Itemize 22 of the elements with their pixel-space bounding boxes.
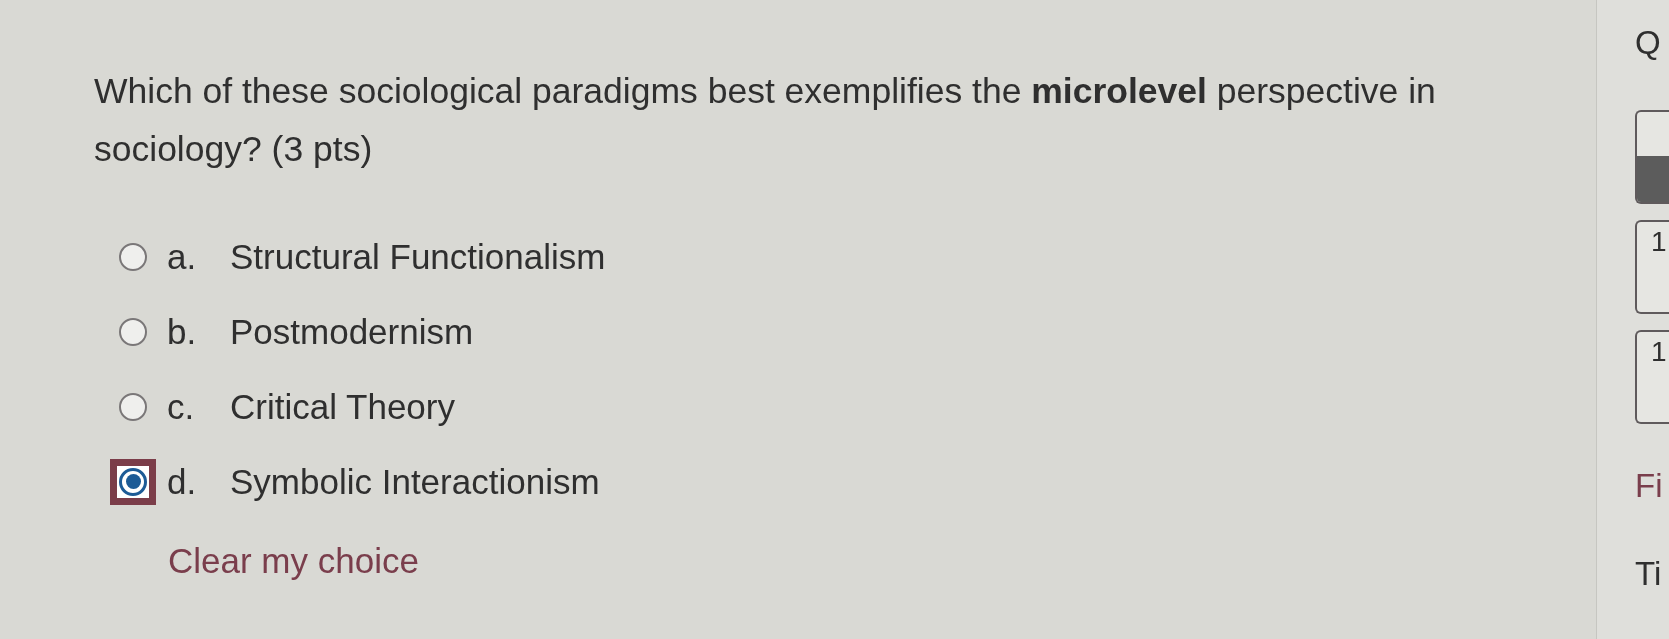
option-label[interactable]: Structural Functionalism	[230, 236, 606, 277]
option-label[interactable]: Symbolic Interactionism	[230, 461, 600, 502]
panel-label: Ti	[1635, 554, 1663, 594]
question-number: 1	[1651, 336, 1667, 368]
question-nav-box[interactable]: 1	[1635, 330, 1669, 424]
panel-link[interactable]: Fi	[1635, 466, 1669, 506]
option-letter: d.	[167, 461, 198, 502]
question-number: 1	[1651, 226, 1667, 258]
radio-button[interactable]	[119, 392, 147, 421]
radio-button[interactable]	[119, 467, 147, 496]
option-letter: b.	[167, 311, 198, 352]
radio-button[interactable]	[119, 242, 147, 271]
option-label[interactable]: Critical Theory	[230, 386, 455, 427]
option-letter: a.	[167, 236, 198, 277]
panel-heading: Q	[1635, 23, 1662, 63]
option-label[interactable]: Postmodernism	[230, 311, 474, 352]
question-nav-box[interactable]: 1	[1635, 220, 1669, 314]
clear-choice-link[interactable]: Clear my choice	[168, 541, 419, 581]
question-text: Which of these sociological paradigms best exemplifies the microlevel perspective in sociology? (3 pts)	[94, 70, 1437, 171]
radio-button[interactable]	[119, 317, 147, 346]
option-letter: c.	[167, 386, 196, 427]
question-nav-box[interactable]	[1635, 110, 1669, 204]
